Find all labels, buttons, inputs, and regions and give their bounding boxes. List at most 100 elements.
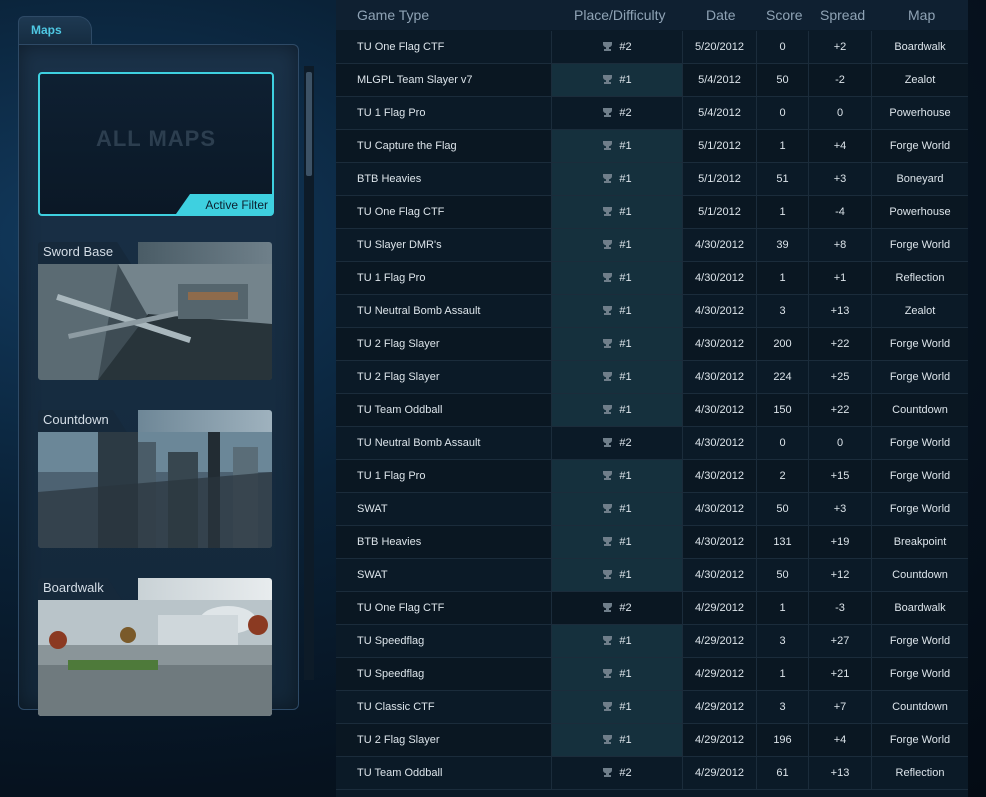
score-cell: 196 bbox=[757, 724, 809, 756]
place-value: #1 bbox=[619, 635, 632, 647]
map-cell: Countdown bbox=[892, 701, 948, 713]
place-value: #1 bbox=[619, 371, 632, 383]
trophy-icon bbox=[602, 659, 613, 678]
map-cell: Breakpoint bbox=[893, 536, 947, 548]
place-cell: #1 bbox=[552, 460, 683, 492]
place-cell: #1 bbox=[552, 361, 683, 393]
table-row[interactable]: TU 1 Flag Pro #2 5/4/2012 0 0 Powerhouse bbox=[336, 97, 968, 130]
map-name: Countdown bbox=[38, 410, 127, 432]
table-row[interactable]: TU Slayer DMR's #1 4/30/2012 39 +8 Forge Worl… bbox=[336, 229, 968, 262]
place-value: #1 bbox=[619, 140, 632, 152]
table-bottom bbox=[336, 790, 968, 797]
score-cell: 0 bbox=[757, 427, 809, 459]
table-row[interactable]: TU Neutral Bomb Assault #2 4/30/2012 0 0 Forg… bbox=[336, 427, 968, 460]
map-cell: Forge World bbox=[889, 668, 951, 680]
table-row[interactable]: TU 2 Flag Slayer #1 4/30/2012 224 +25 Forge W… bbox=[336, 361, 968, 394]
column-header-date[interactable]: Date bbox=[706, 7, 736, 23]
table-row[interactable]: TU Capture the Flag #1 5/1/2012 1 +4 Forge Wo… bbox=[336, 130, 968, 163]
place-value: #1 bbox=[619, 305, 632, 317]
column-header-map[interactable]: Map bbox=[908, 7, 935, 23]
place-cell: #1 bbox=[552, 559, 683, 591]
score-cell: 1 bbox=[757, 262, 809, 294]
score-cell: 1 bbox=[757, 592, 809, 624]
place-cell: #1 bbox=[552, 526, 683, 558]
column-header-game-type[interactable]: Game Type bbox=[357, 7, 429, 23]
trophy-icon bbox=[602, 395, 613, 414]
map-cell: Forge World bbox=[889, 140, 951, 152]
score-cell: 0 bbox=[757, 97, 809, 129]
map-card-boardwalk[interactable]: Boardwalk bbox=[38, 578, 272, 716]
score-cell: 2 bbox=[757, 460, 809, 492]
score-cell: 224 bbox=[757, 361, 809, 393]
all-maps-label: ALL MAPS bbox=[95, 126, 217, 151]
map-card-sword-base[interactable]: Sword Base bbox=[38, 242, 272, 380]
table-row[interactable]: TU Team Oddball #2 4/29/2012 61 +13 Reflectio… bbox=[336, 757, 968, 790]
date-cell: 4/30/2012 bbox=[683, 394, 757, 426]
table-row[interactable]: TU Neutral Bomb Assault #1 4/30/2012 3 +13 Ze… bbox=[336, 295, 968, 328]
trophy-icon bbox=[602, 494, 613, 513]
date-cell: 4/30/2012 bbox=[683, 361, 757, 393]
place-cell: #1 bbox=[552, 394, 683, 426]
place-cell: #2 bbox=[552, 97, 683, 129]
column-header-place[interactable]: Place/Difficulty bbox=[574, 7, 666, 23]
spread-cell: +1 bbox=[809, 262, 872, 294]
date-cell: 5/1/2012 bbox=[683, 130, 757, 162]
trophy-icon bbox=[602, 329, 613, 348]
place-cell: #1 bbox=[552, 229, 683, 261]
map-cell: Countdown bbox=[892, 569, 948, 581]
table-row[interactable]: BTB Heavies #1 4/30/2012 131 +19 Breakpoint bbox=[336, 526, 968, 559]
trophy-icon bbox=[602, 164, 613, 183]
map-cell: Boneyard bbox=[896, 173, 944, 185]
table-row[interactable]: TU 2 Flag Slayer #1 4/30/2012 200 +22 Forge W… bbox=[336, 328, 968, 361]
game-type-cell: TU 2 Flag Slayer bbox=[336, 361, 552, 393]
game-type-cell: TU 2 Flag Slayer bbox=[336, 724, 552, 756]
place-cell: #1 bbox=[552, 724, 683, 756]
trophy-icon bbox=[602, 296, 613, 315]
trophy-icon bbox=[602, 230, 613, 249]
maps-scrollbar-thumb[interactable] bbox=[306, 72, 312, 176]
date-cell: 4/30/2012 bbox=[683, 328, 757, 360]
table-row[interactable]: SWAT #1 4/30/2012 50 +3 Forge World bbox=[336, 493, 968, 526]
place-cell: #1 bbox=[552, 163, 683, 195]
table-row[interactable]: TU Speedflag #1 4/29/2012 3 +27 Forge World bbox=[336, 625, 968, 658]
date-cell: 4/29/2012 bbox=[683, 658, 757, 690]
game-type-cell: MLGPL Team Slayer v7 bbox=[336, 64, 552, 96]
table-row[interactable]: TU One Flag CTF #2 5/20/2012 0 +2 Boardwalk bbox=[336, 31, 968, 64]
table-row[interactable]: TU Speedflag #1 4/29/2012 1 +21 Forge World bbox=[336, 658, 968, 691]
date-cell: 5/1/2012 bbox=[683, 163, 757, 195]
score-cell: 50 bbox=[757, 559, 809, 591]
date-cell: 4/30/2012 bbox=[683, 427, 757, 459]
game-type-cell: BTB Heavies bbox=[336, 163, 552, 195]
date-cell: 4/30/2012 bbox=[683, 229, 757, 261]
table-row[interactable]: TU Team Oddball #1 4/30/2012 150 +22 Countdow… bbox=[336, 394, 968, 427]
map-thumbnail-top bbox=[138, 578, 272, 600]
map-cell: Zealot bbox=[904, 74, 936, 86]
map-cell: Forge World bbox=[889, 635, 951, 647]
map-thumbnail bbox=[38, 264, 272, 380]
table-row[interactable]: SWAT #1 4/30/2012 50 +12 Countdown bbox=[336, 559, 968, 592]
score-cell: 61 bbox=[757, 757, 809, 789]
table-row[interactable]: TU Classic CTF #1 4/29/2012 3 +7 Countdown bbox=[336, 691, 968, 724]
table-row[interactable]: TU One Flag CTF #2 4/29/2012 1 -3 Boardwalk bbox=[336, 592, 968, 625]
table-row[interactable]: TU One Flag CTF #1 5/1/2012 1 -4 Powerhouse bbox=[336, 196, 968, 229]
date-cell: 4/30/2012 bbox=[683, 559, 757, 591]
map-cell: Zealot bbox=[904, 305, 936, 317]
date-cell: 4/30/2012 bbox=[683, 295, 757, 327]
table-row[interactable]: TU 1 Flag Pro #1 4/30/2012 1 +1 Reflection bbox=[336, 262, 968, 295]
date-cell: 5/4/2012 bbox=[683, 97, 757, 129]
all-maps-filter[interactable]: ALL MAPS Active Filter bbox=[38, 72, 274, 216]
table-row[interactable]: TU 2 Flag Slayer #1 4/29/2012 196 +4 Forge Wo… bbox=[336, 724, 968, 757]
table-row[interactable]: TU 1 Flag Pro #1 4/30/2012 2 +15 Forge World bbox=[336, 460, 968, 493]
map-card-countdown[interactable]: Countdown bbox=[38, 410, 272, 548]
game-type-cell: TU 2 Flag Slayer bbox=[336, 328, 552, 360]
column-header-spread[interactable]: Spread bbox=[820, 7, 865, 23]
column-header-score[interactable]: Score bbox=[766, 7, 803, 23]
trophy-icon bbox=[602, 725, 613, 744]
place-cell: #1 bbox=[552, 64, 683, 96]
place-cell: #1 bbox=[552, 493, 683, 525]
table-row[interactable]: BTB Heavies #1 5/1/2012 51 +3 Boneyard bbox=[336, 163, 968, 196]
trophy-icon bbox=[602, 626, 613, 645]
date-cell: 4/29/2012 bbox=[683, 592, 757, 624]
table-row[interactable]: MLGPL Team Slayer v7 #1 5/4/2012 50 -2 Zealot bbox=[336, 64, 968, 97]
spread-cell: +19 bbox=[809, 526, 872, 558]
